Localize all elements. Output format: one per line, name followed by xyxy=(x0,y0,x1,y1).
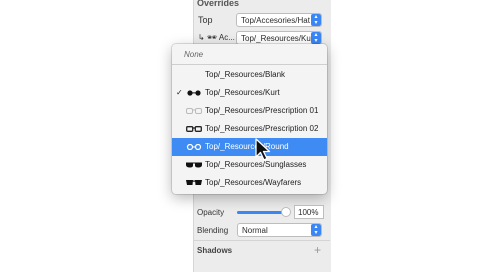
opacity-label: Opacity xyxy=(197,208,225,217)
dropdown-item-blank[interactable]: Top/_Resources/Blank xyxy=(172,66,327,84)
sunglasses-icon xyxy=(186,162,202,168)
select-stepper-icon: ▴ ▾ xyxy=(311,32,321,44)
override-top-label: Top xyxy=(198,15,213,25)
mouse-pointer-icon xyxy=(255,138,271,161)
dropdown-item-label: Top/_Resources/Wayfarers xyxy=(205,178,302,187)
opacity-slider[interactable] xyxy=(237,207,291,217)
dropdown-item-prescription-01[interactable]: Top/_Resources/Prescription 01 xyxy=(172,102,327,120)
override-top-value: Top/Accesories/Hat xyxy=(241,16,310,25)
opacity-slider-fill xyxy=(237,211,285,214)
override-sub-value: Top/_Resources/Kurt xyxy=(241,34,316,43)
dropdown-item-label: Top/_Resources/Prescription 02 xyxy=(205,124,319,133)
overrides-section-title: Overrides xyxy=(197,0,240,8)
blending-select[interactable]: Normal ▴ ▾ xyxy=(237,223,322,237)
dropdown-item-sunglasses[interactable]: Top/_Resources/Sunglasses xyxy=(172,156,327,174)
select-stepper-icon: ▴ ▾ xyxy=(311,224,321,236)
dropdown-item-label: Top/_Resources/Blank xyxy=(205,70,286,79)
dropdown-item-none[interactable]: None xyxy=(172,46,327,64)
wayfarers-icon xyxy=(186,180,202,185)
symbol-override-dropdown: None Top/_Resources/Blank ✓ Top/_Resourc… xyxy=(172,44,327,194)
override-top-select[interactable]: Top/Accesories/Hat ▴ ▾ xyxy=(236,13,322,27)
dropdown-item-label: Top/_Resources/Kurt xyxy=(205,88,280,97)
dropdown-item-wayfarers[interactable]: Top/_Resources/Wayfarers xyxy=(172,174,327,192)
add-shadow-button[interactable]: + xyxy=(314,243,321,257)
override-sub-select[interactable]: Top/_Resources/Kurt ▴ ▾ xyxy=(236,31,322,45)
glasses-rect-icon xyxy=(186,126,202,132)
dropdown-item-label: Top/_Resources/Round xyxy=(205,142,289,151)
section-divider xyxy=(193,240,330,241)
glasses-light-icon xyxy=(186,108,202,114)
blending-label: Blending xyxy=(197,226,229,235)
dropdown-separator xyxy=(172,64,327,65)
dropdown-item-label: Top/_Resources/Prescription 01 xyxy=(205,106,319,115)
sunglasses-round-icon xyxy=(187,90,201,96)
shadows-section-title: Shadows xyxy=(197,246,233,255)
dropdown-item-prescription-02[interactable]: Top/_Resources/Prescription 02 xyxy=(172,120,327,138)
dropdown-item-kurt[interactable]: ✓ Top/_Resources/Kurt xyxy=(172,84,327,102)
glasses-round-icon xyxy=(186,144,202,150)
dropdown-item-round[interactable]: Top/_Resources/Round xyxy=(172,138,327,156)
override-sub-label: ↳ 🕶 Ac... xyxy=(198,33,235,42)
blending-value: Normal xyxy=(242,226,268,235)
opacity-value-field[interactable]: 100% xyxy=(294,205,324,219)
select-stepper-icon: ▴ ▾ xyxy=(311,14,321,26)
checkmark-icon: ✓ xyxy=(176,88,183,97)
opacity-slider-thumb[interactable] xyxy=(281,207,291,217)
